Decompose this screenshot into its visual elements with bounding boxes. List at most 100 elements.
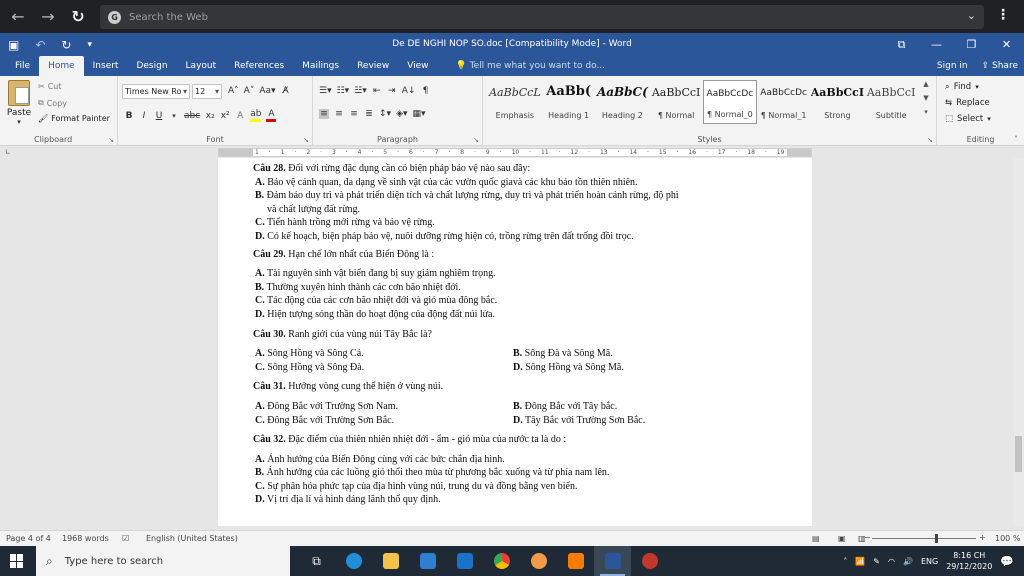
gallery-more-icon[interactable]: ▾ bbox=[921, 108, 931, 116]
numbering-icon[interactable]: ☷▾ bbox=[337, 86, 350, 96]
xampp-icon[interactable] bbox=[557, 546, 594, 576]
style-heading-2[interactable]: AaBbC(Heading 2 bbox=[596, 80, 650, 124]
print-layout-icon[interactable]: ▣ bbox=[838, 534, 846, 543]
browser-menu-icon[interactable]: ⋮ bbox=[996, 7, 1010, 23]
select-button[interactable]: ⬚ Select ▾ bbox=[945, 114, 991, 124]
style-heading-1[interactable]: AaBb(Heading 1 bbox=[542, 80, 596, 124]
strikethrough-icon[interactable]: abc bbox=[184, 111, 200, 121]
mail-icon[interactable] bbox=[446, 546, 483, 576]
page-count[interactable]: Page 4 of 4 bbox=[6, 534, 51, 543]
volume-icon[interactable]: 🔊 bbox=[903, 557, 913, 566]
file-explorer-icon[interactable] bbox=[372, 546, 409, 576]
address-bar[interactable]: G Search the Web ⌄ bbox=[100, 5, 984, 29]
save-icon[interactable]: ▣ bbox=[8, 38, 19, 52]
dialog-launcher-icon[interactable]: ↘ bbox=[303, 136, 309, 144]
back-icon[interactable]: ← bbox=[6, 5, 30, 29]
tab-file[interactable]: File bbox=[6, 56, 39, 76]
zoom-in-icon[interactable]: + bbox=[979, 533, 986, 542]
tab-review[interactable]: Review bbox=[348, 56, 398, 76]
undo-icon[interactable]: ↶ bbox=[35, 38, 45, 52]
tab-selector-icon[interactable]: ∟ bbox=[5, 148, 13, 156]
bullets-icon[interactable]: ☰▾ bbox=[319, 86, 332, 96]
wifi-icon[interactable]: ◠ bbox=[888, 557, 895, 566]
snipping-tool-icon[interactable] bbox=[631, 546, 668, 576]
text-effects-icon[interactable]: A bbox=[235, 111, 245, 121]
style-strong[interactable]: AaBbCcI Strong bbox=[811, 80, 865, 124]
chrome-icon[interactable] bbox=[483, 546, 520, 576]
horizontal-ruler[interactable]: 1 · 1 · 2 · 3 · 4 · 5 · 6 · 7 · 8 · 9 · 10 · 11 · 12 · 13 · 14 · 15 · 16… bbox=[218, 148, 812, 157]
grow-font-icon[interactable]: A˄ bbox=[228, 86, 239, 96]
tray-chevron-icon[interactable]: ˄ bbox=[843, 557, 847, 566]
tab-design[interactable]: Design bbox=[127, 56, 176, 76]
format-painter-button[interactable]: 🖌 Format Painter bbox=[38, 114, 110, 123]
input-language[interactable]: ENG bbox=[921, 557, 938, 566]
zoom-slider-knob[interactable] bbox=[935, 534, 938, 543]
tab-home[interactable]: Home bbox=[39, 56, 84, 76]
copy-button[interactable]: ⧉ Copy bbox=[38, 98, 67, 108]
ribbon-display-options-icon[interactable]: ⧉ bbox=[884, 33, 919, 56]
vertical-scrollbar[interactable] bbox=[1013, 158, 1024, 526]
collapse-ribbon-icon[interactable]: ˄ bbox=[1014, 135, 1018, 144]
pen-icon[interactable]: ✎ bbox=[873, 557, 880, 566]
change-case-icon[interactable]: Aa▾ bbox=[259, 86, 275, 96]
sign-in-link[interactable]: Sign in bbox=[937, 56, 968, 76]
bold-icon[interactable]: B bbox=[124, 111, 134, 121]
highlight-icon[interactable]: ab bbox=[250, 109, 262, 122]
taskbar-search-box[interactable]: ⌕ Type here to search bbox=[36, 546, 290, 576]
word-count[interactable]: 1968 words bbox=[62, 534, 109, 543]
minimize-icon[interactable]: — bbox=[919, 33, 954, 56]
font-size-dropdown[interactable]: 12 bbox=[192, 84, 222, 99]
scrollbar-thumb[interactable] bbox=[1015, 436, 1022, 472]
tell-me-box[interactable]: 💡 Tell me what you want to do... bbox=[456, 56, 606, 76]
forward-icon[interactable]: → bbox=[36, 5, 60, 29]
reload-icon[interactable]: ↻ bbox=[66, 5, 90, 29]
language[interactable]: English (United States) bbox=[146, 534, 238, 543]
taskbar-clock[interactable]: 8:16 CH 29/12/2020 bbox=[946, 550, 992, 572]
paste-button[interactable]: Paste ▾ bbox=[6, 80, 32, 126]
align-right-icon[interactable]: ≡ bbox=[349, 109, 359, 119]
tab-layout[interactable]: Layout bbox=[177, 56, 226, 76]
word-icon[interactable] bbox=[594, 546, 631, 576]
close-icon[interactable]: ✕ bbox=[989, 33, 1024, 56]
gallery-down-icon[interactable]: ▼ bbox=[921, 94, 931, 102]
increase-indent-icon[interactable]: ⇥ bbox=[387, 86, 397, 96]
read-mode-icon[interactable]: ▤ bbox=[812, 534, 820, 543]
dialog-launcher-icon[interactable]: ↘ bbox=[473, 136, 479, 144]
superscript-icon[interactable]: x² bbox=[220, 111, 230, 121]
zoom-slider[interactable] bbox=[872, 538, 976, 539]
proofing-icon[interactable]: ☑ bbox=[122, 534, 129, 543]
customize-qat-icon[interactable]: ▾ bbox=[87, 40, 92, 50]
task-view-icon[interactable]: ⧉ bbox=[298, 546, 335, 576]
dialog-launcher-icon[interactable]: ↘ bbox=[108, 136, 114, 144]
align-left-icon[interactable]: ≡ bbox=[319, 109, 329, 119]
style-normal-0[interactable]: AaBbCcDc ¶ Normal_0 bbox=[703, 80, 757, 124]
multilevel-list-icon[interactable]: ☳▾ bbox=[354, 86, 367, 96]
justify-icon[interactable]: ≣ bbox=[364, 109, 374, 119]
shrink-font-icon[interactable]: A˅ bbox=[244, 86, 255, 96]
subscript-icon[interactable]: x₂ bbox=[205, 111, 215, 121]
underline-icon[interactable]: U bbox=[154, 111, 164, 121]
pilcrow-icon[interactable]: ¶ bbox=[420, 86, 430, 96]
style-subtitle[interactable]: AaBbCcI Subtitle bbox=[864, 80, 918, 124]
restore-icon[interactable]: ❐ bbox=[954, 33, 989, 56]
style-normal[interactable]: AaBbCcI ¶ Normal bbox=[649, 80, 703, 124]
style-normal-1[interactable]: AaBbCcDc ¶ Normal_1 bbox=[757, 80, 811, 124]
shading-icon[interactable]: ◈▾ bbox=[396, 109, 407, 119]
cut-button[interactable]: ✂ Cut bbox=[38, 82, 62, 91]
replace-button[interactable]: ⇆ Replace bbox=[945, 98, 990, 108]
tab-view[interactable]: View bbox=[398, 56, 437, 76]
dialog-launcher-icon[interactable]: ↘ bbox=[927, 136, 933, 144]
notifications-icon[interactable]: 💬 bbox=[1000, 555, 1014, 568]
font-name-dropdown[interactable]: Times New Ro bbox=[122, 84, 190, 99]
tab-references[interactable]: References bbox=[225, 56, 293, 76]
borders-icon[interactable]: ▦▾ bbox=[413, 109, 426, 119]
share-button[interactable]: ⇪ Share bbox=[982, 56, 1018, 76]
zoom-level[interactable]: 100 % bbox=[995, 534, 1020, 543]
network-icon[interactable]: 📶 bbox=[855, 557, 865, 566]
decrease-indent-icon[interactable]: ⇤ bbox=[372, 86, 382, 96]
find-button[interactable]: ⌕ Find ▾ bbox=[945, 82, 979, 92]
document-page[interactable]: Câu 28. Đối với rừng đặc dụng cần có biệ… bbox=[218, 158, 812, 526]
redo-icon[interactable]: ↻ bbox=[61, 38, 71, 52]
chevron-down-icon[interactable]: ⌄ bbox=[967, 9, 976, 22]
zoom-out-icon[interactable]: − bbox=[864, 533, 871, 542]
